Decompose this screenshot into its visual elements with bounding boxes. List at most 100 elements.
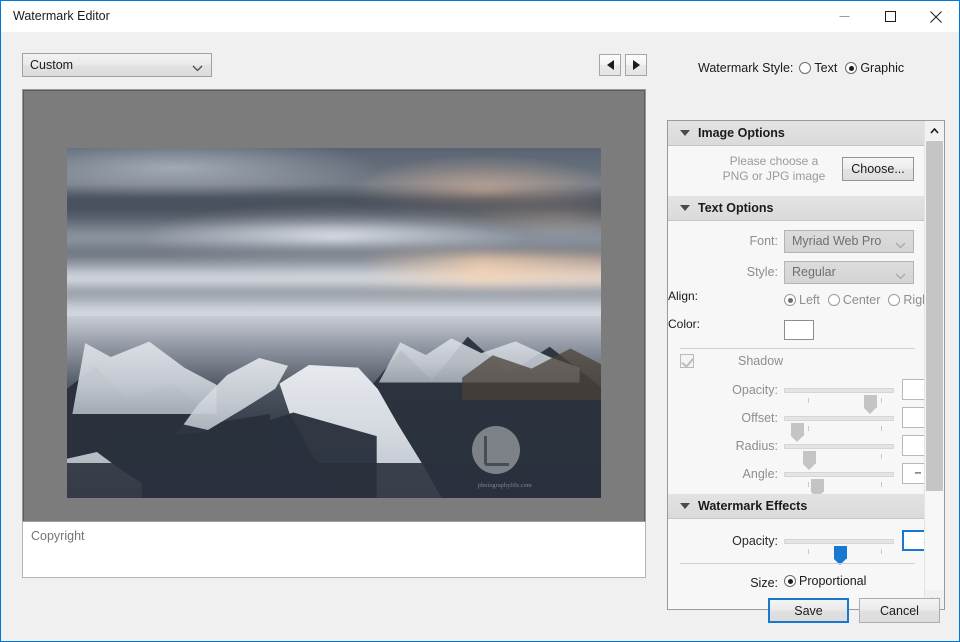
watermark-style-label: Watermark Style: — [698, 61, 794, 75]
image-options-body: Please choose a PNG or JPG image Choose.… — [668, 146, 925, 196]
image-options-message-line2: PNG or JPG image — [722, 169, 826, 183]
radio-icon — [827, 294, 840, 306]
effects-opacity-slider[interactable] — [784, 539, 894, 565]
section-header-image-options[interactable]: Image Options — [668, 121, 925, 146]
watermark-editor-window: Watermark Editor Custom photographylife.… — [0, 0, 960, 642]
size-label: Size: — [750, 576, 778, 590]
section-title: Watermark Effects — [698, 499, 808, 513]
watermark-style-group: Watermark Style: Text Graphic — [698, 61, 912, 75]
align-label: Align: — [668, 289, 699, 303]
photo-sunlight — [360, 253, 601, 285]
slider-tick — [808, 482, 809, 487]
style-value: Regular — [792, 265, 836, 279]
font-row: Font: Myriad Web Pro — [668, 227, 925, 258]
style-radio-graphic[interactable]: Graphic — [845, 61, 904, 75]
slider-tick — [881, 426, 882, 431]
style-row: Style: Regular — [668, 258, 925, 289]
align-radio-left[interactable]: Left — [784, 293, 820, 307]
style-radio-text[interactable]: Text — [799, 61, 837, 75]
options-panel: Image Options Please choose a PNG or JPG… — [667, 120, 945, 610]
options-panel-content: Image Options Please choose a PNG or JPG… — [668, 121, 944, 609]
shadow-angle-slider[interactable] — [784, 472, 894, 498]
color-row: Color: — [668, 317, 925, 350]
shadow-angle-row: Angle: − 90 — [668, 460, 944, 498]
cancel-button[interactable]: Cancel — [859, 598, 940, 623]
scrollbar-thumb[interactable] — [926, 141, 943, 491]
font-select[interactable]: Myriad Web Pro — [784, 230, 914, 253]
previous-image-button[interactable] — [599, 54, 621, 76]
options-panel-scrollbar[interactable] — [924, 121, 944, 609]
scroll-up-button[interactable] — [925, 121, 944, 140]
size-radio-proportional[interactable]: Proportional — [784, 574, 866, 588]
choose-image-button[interactable]: Choose... — [842, 157, 914, 181]
text-options-body: Font: Myriad Web Pro Style: Regular Alig… — [668, 221, 944, 498]
slider-tick — [808, 426, 809, 431]
divider — [680, 563, 915, 564]
chevron-collapse-icon — [680, 503, 690, 509]
section-title: Image Options — [698, 126, 785, 140]
font-value: Myriad Web Pro — [792, 234, 882, 248]
section-header-text-options[interactable]: Text Options — [668, 196, 925, 221]
shadow-offset-label: Offset: — [741, 411, 778, 425]
slider-tick — [881, 454, 882, 459]
size-radio-proportional-label: Proportional — [799, 574, 867, 588]
shadow-opacity-row: Opacity: 80 — [668, 376, 944, 414]
close-button[interactable] — [913, 1, 959, 32]
radio-selected-icon — [784, 575, 796, 587]
shadow-label: Shadow — [738, 354, 784, 368]
align-radio-center[interactable]: Center — [827, 293, 881, 307]
window-controls — [821, 1, 959, 32]
shadow-offset-slider[interactable] — [784, 416, 894, 442]
slider-tick — [808, 398, 809, 403]
next-image-button[interactable] — [625, 54, 647, 76]
radio-icon — [888, 294, 901, 306]
radio-selected-icon — [784, 294, 796, 306]
save-button[interactable]: Save — [768, 598, 849, 623]
shadow-radius-slider[interactable] — [784, 444, 894, 470]
chevron-down-icon — [895, 269, 906, 283]
slider-tick — [881, 482, 882, 487]
window-title: Watermark Editor — [13, 9, 110, 23]
watermark-logo-icon — [471, 425, 520, 474]
watermark-graphic: photographylife.com — [435, 425, 574, 495]
chevron-collapse-icon — [680, 205, 690, 211]
effects-opacity-row: Opacity: 50 — [668, 527, 944, 565]
shadow-radius-label: Radius: — [735, 439, 778, 453]
align-row: Align: Left Center Right — [668, 289, 933, 317]
arrow-right-icon — [632, 60, 640, 70]
dialog-body: Custom photographylife.com Copyright Wat… — [1, 32, 959, 641]
align-radio-left-label: Left — [799, 293, 820, 307]
image-options-message: Please choose a PNG or JPG image — [710, 154, 838, 184]
copyright-textarea[interactable]: Copyright — [22, 521, 646, 578]
style-label: Style: — [746, 265, 778, 279]
effects-opacity-label: Opacity: — [732, 534, 778, 548]
color-swatch[interactable] — [784, 320, 814, 340]
color-label: Color: — [668, 317, 701, 331]
size-row: Size: Proportional — [668, 571, 925, 597]
image-nav-buttons — [599, 54, 647, 76]
style-select[interactable]: Regular — [784, 261, 914, 284]
radio-icon — [799, 62, 812, 74]
section-header-watermark-effects[interactable]: Watermark Effects — [668, 494, 925, 519]
photo-cloud-band — [67, 281, 601, 306]
preset-select[interactable]: Custom — [22, 53, 212, 77]
shadow-checkbox[interactable] — [680, 354, 694, 368]
shadow-radius-row: Radius: 20 — [668, 432, 944, 470]
slider-thumb[interactable] — [811, 479, 824, 498]
maximize-button[interactable] — [867, 1, 913, 32]
divider — [680, 348, 915, 349]
minimize-button[interactable] — [821, 1, 867, 32]
shadow-angle-label: Angle: — [742, 467, 778, 481]
style-radio-graphic-label: Graphic — [860, 61, 905, 75]
watermark-effects-body: Opacity: 50 Size: — [668, 519, 944, 609]
slider-tick — [808, 454, 809, 459]
title-bar: Watermark Editor — [1, 1, 959, 32]
font-label: Font: — [749, 234, 779, 248]
chevron-collapse-icon — [680, 130, 690, 136]
shadow-offset-row: Offset: 10 — [668, 404, 944, 442]
slider-tick — [881, 549, 882, 554]
align-radio-center-label: Center — [842, 293, 881, 307]
shadow-opacity-slider[interactable] — [784, 388, 894, 414]
preview-canvas[interactable]: photographylife.com — [22, 89, 646, 532]
photo-cloud-band — [67, 190, 601, 225]
